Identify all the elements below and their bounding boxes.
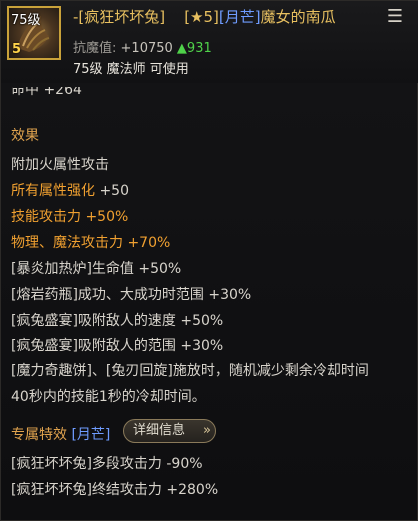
menu-icon[interactable]: ☰ — [383, 7, 407, 27]
effect-line: [熔岩药瓶]成功、大成功时范围 +30% — [11, 287, 252, 303]
effect-line: 物理、魔法攻击力 +70% — [11, 235, 171, 251]
item-name-prefix: -[疯狂坏坏兔] — [73, 8, 166, 26]
item-tooltip: 75级 5 -[疯狂坏坏兔] [★5][月芒]魔女的南瓜 ☰ 抗魔值: +107… — [0, 0, 418, 521]
effect-line: [疯兔盛宴]吸附敌人的速度 +50% — [11, 313, 224, 329]
resist-stat: 抗魔值: +10750 ▲931 — [73, 37, 212, 56]
item-name: -[疯狂坏坏兔] [★5][月芒]魔女的南瓜 — [73, 6, 336, 27]
resist-label: 抗魔值: — [73, 41, 117, 56]
usable-text: 75级 魔法师 可使用 — [73, 62, 189, 77]
effect-line: [魔力奇趣饼]、[兔刃回旋]施放时，随机减少剩余冷却时间 — [11, 363, 369, 379]
effect-line: 所有属性强化 +50 — [11, 183, 129, 199]
resist-value: +10750 — [120, 41, 173, 56]
partial-stat-line: 命中 +264 — [11, 87, 82, 97]
exclusive-line: [疯狂坏坏兔]多段攻击力 -90% — [11, 456, 203, 472]
exclusive-title-row: 专属特效 [月芒] — [11, 424, 110, 444]
effects-title: 效果 — [11, 128, 39, 144]
item-moon-tag: [月芒] — [218, 8, 261, 26]
effect-line: [暴炎加热炉]生命值 +50% — [11, 261, 182, 277]
effect-line: [疯兔盛宴]吸附敌人的范围 +30% — [11, 338, 224, 354]
detail-info-button[interactable]: 详细信息 » — [123, 419, 216, 443]
exclusive-moon-tag: [月芒] — [71, 427, 111, 443]
exclusive-title: 专属特效 — [11, 427, 67, 443]
item-icon: 75级 5 — [7, 6, 61, 60]
detail-info-label: 详细信息 — [133, 423, 186, 438]
level-tag: 75级 — [11, 13, 41, 28]
double-chevron-right-icon: » — [203, 423, 211, 438]
resist-delta: ▲931 — [176, 41, 212, 56]
effect-line: 40秒内的技能1秒的冷却时间。 — [11, 389, 206, 405]
star-tag: 5 — [12, 42, 22, 57]
effect-line: 技能攻击力 +50% — [11, 209, 129, 225]
effect-line: 附加火属性攻击 — [11, 157, 109, 173]
exclusive-line: [疯狂坏坏兔]终结攻击力 +280% — [11, 482, 219, 498]
item-star-grade: [★5] — [184, 8, 219, 26]
tooltip-header: 75级 5 -[疯狂坏坏兔] [★5][月芒]魔女的南瓜 ☰ 抗魔值: +107… — [1, 1, 418, 83]
item-name-suffix: 魔女的南瓜 — [260, 8, 336, 26]
